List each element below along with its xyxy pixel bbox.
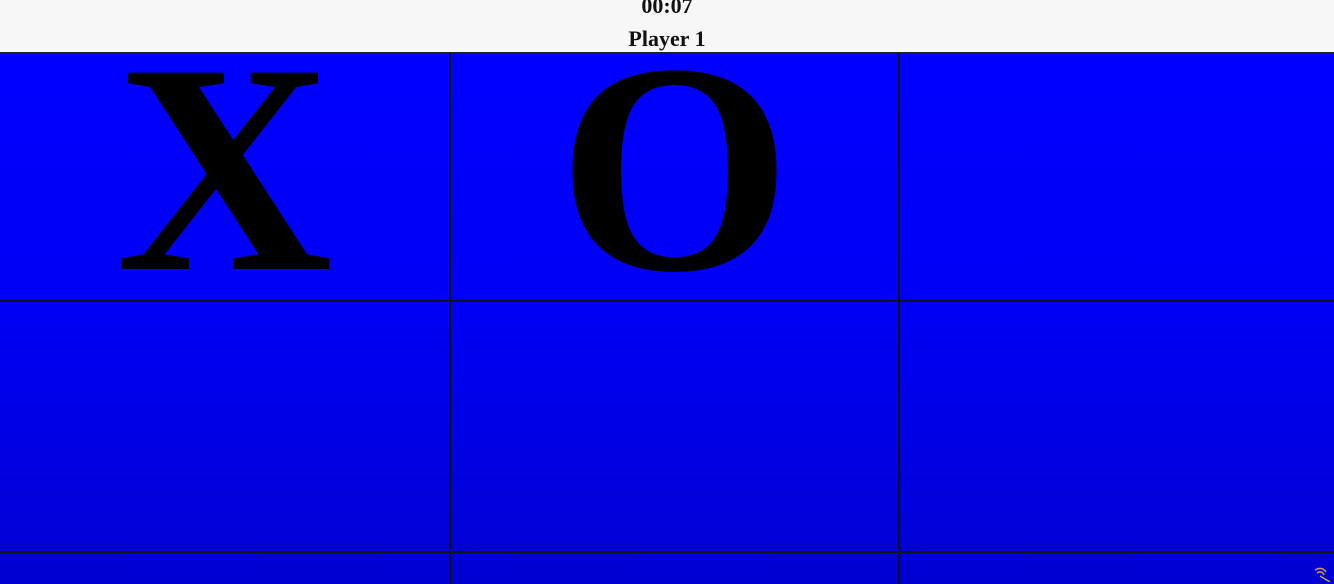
board-cell-1[interactable]: X <box>0 53 451 318</box>
board-cell-8[interactable] <box>451 553 900 584</box>
game-board: X O <box>0 53 1334 584</box>
board-cell-3[interactable] <box>900 53 1334 302</box>
cell-mark: X <box>116 53 333 334</box>
board-cell-2[interactable]: O <box>451 53 900 318</box>
game-timer: 00:07 <box>641 0 693 18</box>
board-cell-5[interactable] <box>451 302 900 553</box>
board-cell-7[interactable] <box>0 553 451 584</box>
game-header: 00:07 Player 1 <box>0 0 1334 53</box>
board-cell-4[interactable] <box>0 302 451 553</box>
cell-mark: O <box>557 53 792 334</box>
resize-grip-icon[interactable] <box>1312 562 1332 582</box>
board-cell-6[interactable] <box>900 302 1334 553</box>
current-player-label: Player 1 <box>628 26 706 51</box>
board-cell-9[interactable] <box>900 553 1334 584</box>
